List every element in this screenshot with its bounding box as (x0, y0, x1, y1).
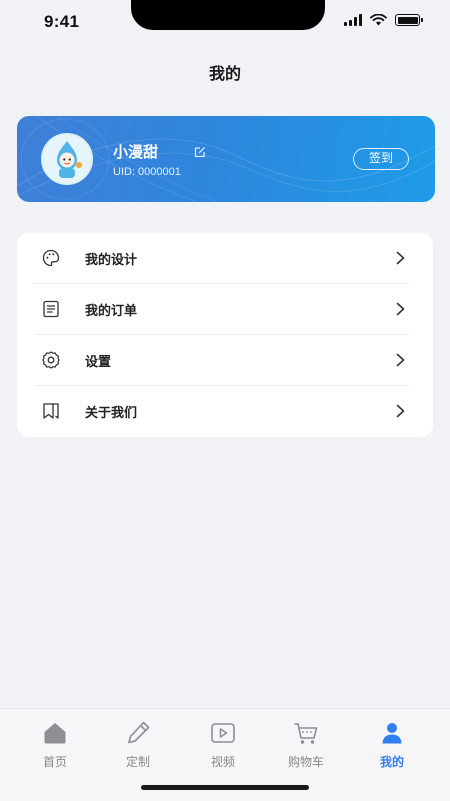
palette-icon (42, 249, 60, 267)
status-bar: 9:41 (0, 0, 450, 46)
menu-item-my-orders[interactable]: 我的订单 (17, 284, 433, 335)
video-play-icon (211, 723, 235, 743)
tab-home[interactable]: 首页 (20, 719, 90, 775)
menu-item-label: 关于我们 (85, 405, 138, 420)
chevron-right-icon (396, 404, 405, 418)
username: 小漫甜 (113, 144, 159, 161)
user-id: UID: 0000001 (113, 166, 181, 178)
tab-customize[interactable]: 定制 (103, 719, 173, 775)
avatar[interactable] (41, 133, 93, 185)
home-indicator[interactable] (141, 785, 309, 790)
user-icon (382, 723, 402, 744)
menu-card: 我的设计 我的订单 设置 关于我们 (17, 233, 433, 437)
cart-icon (294, 723, 318, 744)
chevron-right-icon (396, 302, 405, 316)
camera-notch (131, 0, 325, 30)
order-list-icon (43, 300, 59, 318)
tab-label: 首页 (42, 755, 67, 769)
tab-cart[interactable]: 购物车 (271, 719, 341, 775)
menu-item-label: 我的订单 (85, 303, 138, 318)
chevron-right-icon (396, 251, 405, 265)
battery-icon (395, 14, 423, 26)
menu-item-settings[interactable]: 设置 (17, 335, 433, 386)
edit-icon[interactable] (194, 146, 206, 158)
mascot-avatar-icon (43, 135, 91, 183)
menu-item-label: 设置 (85, 354, 112, 369)
profile-card: 小漫甜 UID: 0000001 签到 (17, 116, 435, 202)
pen-icon (128, 721, 150, 744)
tab-video[interactable]: 视频 (188, 719, 258, 775)
menu-item-label: 我的设计 (85, 252, 138, 267)
tab-mine[interactable]: 我的 (357, 719, 427, 775)
tab-label: 购物车 (287, 755, 324, 769)
home-icon (44, 723, 66, 744)
page-title: 我的 (208, 66, 241, 83)
status-time: 9:41 (44, 12, 80, 31)
wifi-icon (370, 14, 387, 26)
chevron-right-icon (396, 353, 405, 367)
cellular-signal-icon (344, 14, 362, 26)
status-icons (344, 14, 423, 26)
tab-label: 定制 (125, 755, 150, 769)
tab-label: 视频 (210, 755, 235, 769)
checkin-button[interactable]: 签到 (353, 148, 409, 170)
menu-item-about-us[interactable]: 关于我们 (17, 386, 433, 437)
menu-item-my-designs[interactable]: 我的设计 (17, 233, 433, 284)
bookmark-icon (43, 403, 59, 419)
gear-icon (42, 351, 60, 369)
tab-label: 我的 (379, 755, 404, 769)
